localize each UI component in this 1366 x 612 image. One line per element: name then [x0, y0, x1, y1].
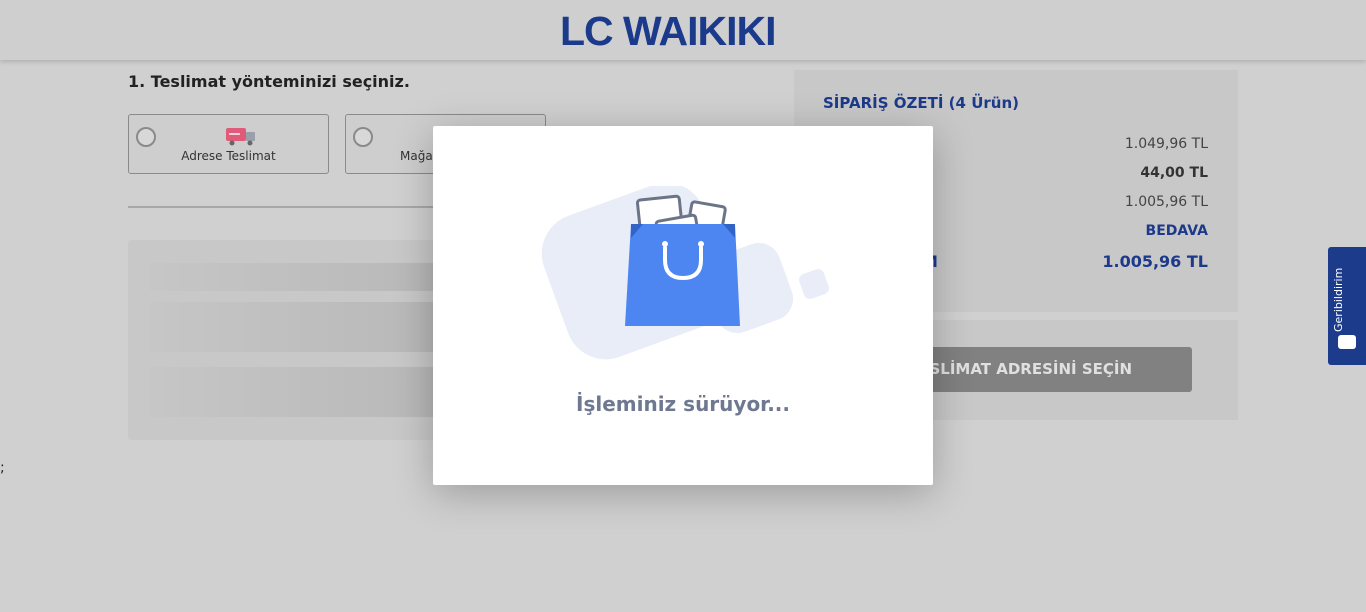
processing-message: İşleminiz sürüyor...: [576, 392, 790, 416]
shopping-bag-icon: [541, 186, 829, 360]
skeleton-line: [150, 263, 438, 291]
summary-shipping: BEDAVA: [1145, 223, 1208, 239]
summary-subtotal: 1.049,96 TL: [1124, 136, 1208, 152]
truck-icon: [226, 128, 255, 146]
feedback-tab[interactable]: Geribildirim: [1328, 247, 1366, 365]
summary-discount: 44,00 TL: [1140, 165, 1208, 181]
radio-button[interactable]: [353, 127, 373, 147]
address-skeleton-panel: [128, 240, 438, 440]
skeleton-line: [150, 367, 438, 417]
order-summary-title: SİPARİŞ ÖZETİ (4 Ürün): [823, 94, 1019, 112]
divider: [128, 206, 438, 208]
summary-total-value: 1.005,96 TL: [1102, 252, 1208, 271]
delivery-option-label: Adrese Teslimat: [181, 149, 276, 163]
summary-after-discount: 1.005,96 TL: [1124, 194, 1208, 210]
delivery-option-address[interactable]: Adrese Teslimat: [128, 114, 329, 174]
skeleton-line: [150, 302, 438, 352]
lcw-logo[interactable]: LC WAIKIKI: [560, 9, 776, 53]
stray-text: ;: [0, 460, 5, 476]
select-delivery-address-button[interactable]: TESLİMAT ADRESİNİ SEÇİN: [929, 347, 1192, 392]
feedback-icon: [1338, 335, 1356, 349]
site-header: LC WAIKIKI: [0, 0, 1366, 60]
feedback-label: Geribildirim: [1332, 267, 1345, 332]
delivery-step-title: 1. Teslimat yönteminizi seçiniz.: [128, 72, 410, 91]
radio-button[interactable]: [136, 127, 156, 147]
loading-modal: İşleminiz sürüyor...: [433, 126, 933, 485]
